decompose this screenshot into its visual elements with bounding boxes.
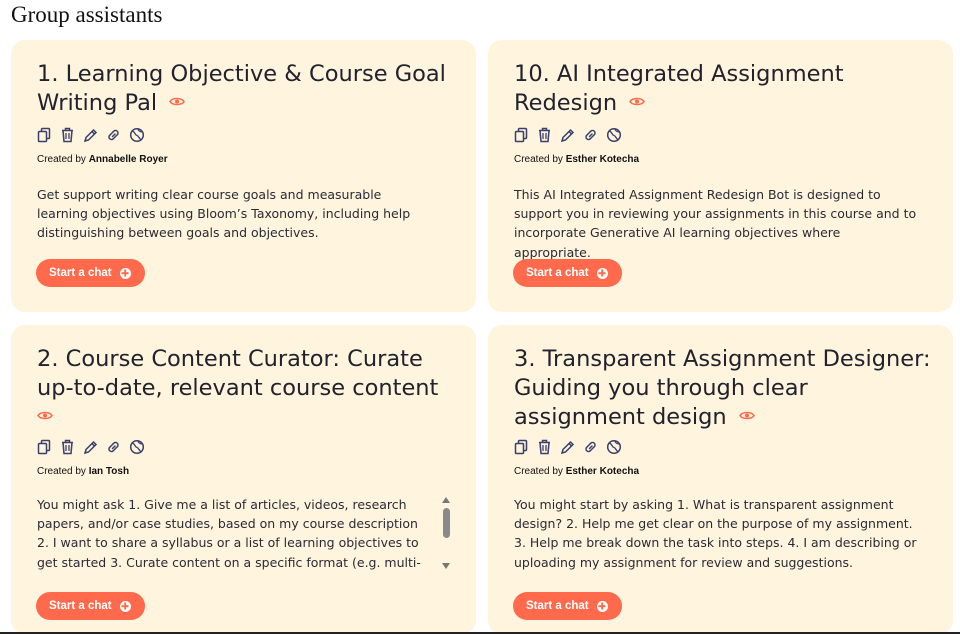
edit-icon[interactable]	[83, 439, 98, 455]
created-by: Created by Annabelle Royer	[37, 154, 450, 165]
eye-icon[interactable]	[738, 410, 755, 421]
plus-circle-icon	[596, 267, 608, 279]
globe-icon[interactable]	[129, 127, 145, 143]
start-chat-button[interactable]: Start a chat	[36, 259, 145, 287]
assistant-card: 10. AI Integrated Assignment Redesign Cr…	[488, 40, 953, 312]
start-chat-label: Start a chat	[526, 600, 589, 612]
globe-icon[interactable]	[129, 439, 145, 455]
edit-icon[interactable]	[560, 439, 575, 455]
card-title-text: 3. Transparent Assignment Designer: Guid…	[514, 346, 931, 430]
edit-icon[interactable]	[83, 127, 98, 143]
scrollbar[interactable]	[440, 495, 452, 575]
created-by-label: Created by	[514, 466, 563, 477]
link-icon[interactable]	[583, 127, 598, 143]
start-chat-button[interactable]: Start a chat	[36, 592, 145, 620]
scroll-down-arrow-icon[interactable]	[442, 563, 450, 569]
created-by-label: Created by	[514, 154, 563, 165]
card-description: Get support writing clear course goals a…	[37, 187, 411, 241]
globe-icon[interactable]	[606, 127, 622, 143]
card-title-text: 2. Course Content Curator: Curate up-to-…	[37, 346, 439, 401]
card-description: This AI Integrated Assignment Redesign B…	[514, 187, 917, 260]
copy-icon[interactable]	[37, 127, 52, 143]
copy-icon[interactable]	[37, 439, 52, 455]
assistant-card: 1. Learning Objective & Course Goal Writ…	[11, 40, 476, 312]
link-icon[interactable]	[583, 439, 598, 455]
scrollbar-thumb[interactable]	[442, 508, 450, 538]
copy-icon[interactable]	[514, 127, 529, 143]
trash-icon[interactable]	[537, 127, 552, 143]
created-by-label: Created by	[37, 154, 86, 165]
eye-icon[interactable]	[629, 96, 646, 107]
plus-circle-icon	[119, 267, 131, 279]
author-name: Esther Kotecha	[565, 466, 640, 477]
card-title: 10. AI Integrated Assignment Redesign	[514, 60, 934, 118]
card-actions	[37, 126, 450, 144]
created-by: Created by Esther Kotecha	[514, 466, 927, 477]
card-description: You might ask 1. Give me a list of artic…	[37, 497, 421, 575]
card-actions	[514, 438, 927, 456]
assistant-card: 2. Course Content Curator: Curate up-to-…	[11, 325, 476, 634]
plus-circle-icon	[119, 600, 131, 612]
start-chat-label: Start a chat	[526, 267, 589, 279]
card-title-text: 1. Learning Objective & Course Goal Writ…	[37, 61, 446, 116]
author-name: Ian Tosh	[88, 466, 130, 477]
plus-circle-icon	[596, 600, 608, 612]
card-title: 3. Transparent Assignment Designer: Guid…	[514, 345, 934, 432]
author-name: Esther Kotecha	[565, 154, 640, 165]
card-actions	[37, 438, 450, 456]
globe-icon[interactable]	[606, 439, 622, 455]
link-icon[interactable]	[106, 439, 121, 455]
trash-icon[interactable]	[537, 439, 552, 455]
created-by-label: Created by	[37, 466, 86, 477]
start-chat-button[interactable]: Start a chat	[513, 259, 622, 287]
eye-icon[interactable]	[37, 410, 53, 421]
trash-icon[interactable]	[60, 439, 75, 455]
start-chat-label: Start a chat	[49, 267, 112, 279]
card-title-text: 10. AI Integrated Assignment Redesign	[514, 61, 844, 116]
assistant-card: 3. Transparent Assignment Designer: Guid…	[488, 325, 953, 634]
card-description: You might start by asking 1. What is tra…	[514, 497, 917, 570]
created-by: Created by Esther Kotecha	[514, 154, 927, 165]
card-actions	[514, 126, 927, 144]
eye-icon[interactable]	[169, 96, 186, 107]
card-title: 1. Learning Objective & Course Goal Writ…	[37, 60, 457, 118]
start-chat-label: Start a chat	[49, 600, 112, 612]
created-by: Created by Ian Tosh	[37, 466, 450, 477]
scroll-up-arrow-icon[interactable]	[442, 497, 450, 503]
page-title: Group assistants	[11, 2, 163, 27]
edit-icon[interactable]	[560, 127, 575, 143]
link-icon[interactable]	[106, 127, 121, 143]
card-description-scroll[interactable]: You might ask 1. Give me a list of artic…	[37, 495, 452, 575]
start-chat-button[interactable]: Start a chat	[513, 592, 622, 620]
trash-icon[interactable]	[60, 127, 75, 143]
author-name: Annabelle Royer	[88, 154, 168, 165]
copy-icon[interactable]	[514, 439, 529, 455]
card-title: 2. Course Content Curator: Curate up-to-…	[37, 345, 457, 432]
